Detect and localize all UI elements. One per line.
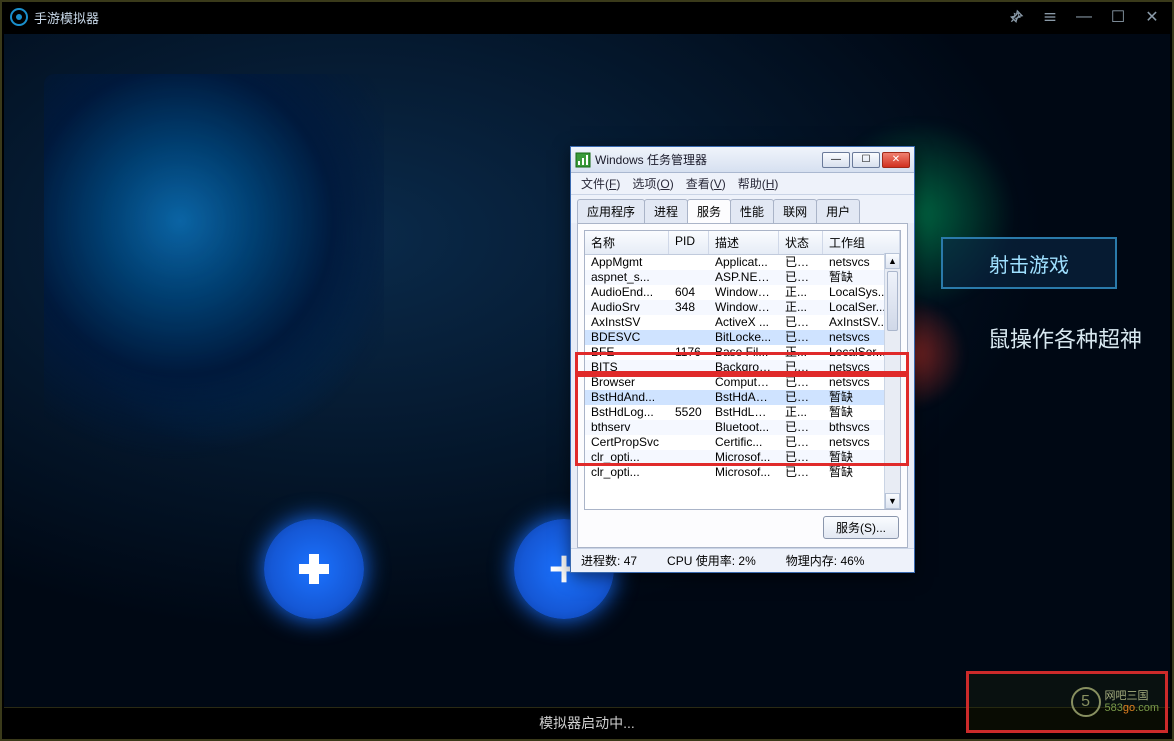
emulator-titlebar: 手游模拟器 — ☐ ✕: [2, 2, 1172, 32]
table-row[interactable]: BDESVCBitLocke...已停止netsvcs: [585, 330, 900, 345]
dpad-button[interactable]: [264, 519, 364, 619]
tm-menu-o[interactable]: 选项(O): [628, 173, 677, 194]
tm-tab[interactable]: 服务: [687, 199, 731, 223]
emulator-logo-icon: [10, 8, 28, 26]
maximize-icon[interactable]: ☐: [1106, 5, 1130, 29]
task-manager-window[interactable]: Windows 任务管理器 — ☐ ✕ 文件(F)选项(O)查看(V)帮助(H)…: [570, 146, 915, 573]
tm-statusbar: 进程数: 47 CPU 使用率: 2% 物理内存: 46%: [571, 548, 914, 572]
col-group[interactable]: 工作组: [823, 231, 900, 254]
table-row[interactable]: BstHdAnd...BstHdAnd...已停止暂缺: [585, 390, 900, 405]
watermark-text: 网吧三国 583go.com: [1105, 690, 1159, 714]
table-row[interactable]: aspnet_s...ASP.NET ...已停止暂缺: [585, 270, 900, 285]
emulator-title: 手游模拟器: [34, 8, 99, 27]
process-count: 进程数: 47: [581, 552, 637, 569]
watermark-line1: 网吧三国: [1105, 690, 1159, 702]
table-row[interactable]: AudioEnd...604Windows ...正...LocalSys...: [585, 285, 900, 300]
table-row[interactable]: clr_opti...Microsof...已停止暂缺: [585, 450, 900, 465]
col-status[interactable]: 状态: [779, 231, 823, 254]
table-row[interactable]: clr_opti...Microsof...已停止暂缺: [585, 465, 900, 480]
table-row[interactable]: AppMgmtApplicat...已停止netsvcs: [585, 255, 900, 270]
table-row[interactable]: bthservBluetoot...已停止bthsvcs: [585, 420, 900, 435]
tm-tab[interactable]: 应用程序: [577, 199, 645, 223]
tm-title: Windows 任务管理器: [595, 151, 707, 168]
scroll-down-icon[interactable]: ▼: [885, 493, 900, 509]
emulator-window: 手游模拟器 — ☐ ✕ 射击游戏 鼠操作各种超神 模拟器启动中...: [0, 0, 1174, 741]
tm-minimize-button[interactable]: —: [822, 152, 850, 168]
tm-tab[interactable]: 联网: [773, 199, 817, 223]
table-row[interactable]: BrowserComputer...已停止netsvcs: [585, 375, 900, 390]
watermark-line2: 583go.com: [1105, 702, 1159, 714]
col-name[interactable]: 名称: [585, 231, 669, 254]
tm-tabs: 应用程序进程服务性能联网用户: [571, 195, 914, 223]
tm-body: 名称 PID 描述 状态 工作组 AppMgmtApplicat...已停止ne…: [577, 223, 908, 548]
col-desc[interactable]: 描述: [709, 231, 779, 254]
services-button[interactable]: 服务(S)...: [823, 516, 899, 539]
watermark-highlight-box: 5 网吧三国 583go.com: [966, 671, 1168, 733]
tm-tab[interactable]: 用户: [816, 199, 860, 223]
table-row[interactable]: AxInstSVActiveX ...已停止AxInstSV...: [585, 315, 900, 330]
menu-icon[interactable]: [1038, 5, 1062, 29]
scroll-up-icon[interactable]: ▲: [885, 253, 900, 269]
table-row[interactable]: BFE1176Base Fil...正...LocalSer...: [585, 345, 900, 360]
table-row[interactable]: CertPropSvcCertific...已停止netsvcs: [585, 435, 900, 450]
col-pid[interactable]: PID: [669, 231, 709, 254]
close-icon[interactable]: ✕: [1140, 5, 1164, 29]
tm-table-header: 名称 PID 描述 状态 工作组: [585, 231, 900, 255]
pin-icon[interactable]: [1004, 5, 1028, 29]
cpu-usage: CPU 使用率: 2%: [667, 552, 756, 569]
tm-rows: AppMgmtApplicat...已停止netsvcsaspnet_s...A…: [585, 255, 900, 480]
tm-tab[interactable]: 进程: [644, 199, 688, 223]
tm-menu-v[interactable]: 查看(V): [682, 173, 730, 194]
status-text: 模拟器启动中...: [539, 713, 635, 733]
table-row[interactable]: BstHdLog...5520BstHdLog...正...暂缺: [585, 405, 900, 420]
tm-menu-h[interactable]: 帮助(H): [734, 173, 783, 194]
watermark-logo-icon: 5: [1071, 687, 1101, 717]
tm-titlebar[interactable]: Windows 任务管理器 — ☐ ✕: [571, 147, 914, 173]
tm-close-button[interactable]: ✕: [882, 152, 910, 168]
tm-tab[interactable]: 性能: [730, 199, 774, 223]
tm-app-icon: [575, 152, 591, 168]
minimize-icon[interactable]: —: [1072, 5, 1096, 29]
tm-menu-f[interactable]: 文件(F): [577, 173, 624, 194]
launcher-buttons-row: [264, 519, 614, 619]
tagline-text: 鼠操作各种超神: [988, 322, 1142, 354]
table-row[interactable]: BITSBackgrou...已停止netsvcs: [585, 360, 900, 375]
tm-services-table: 名称 PID 描述 状态 工作组 AppMgmtApplicat...已停止ne…: [584, 230, 901, 510]
shooter-games-button[interactable]: 射击游戏: [941, 237, 1117, 289]
tm-maximize-button[interactable]: ☐: [852, 152, 880, 168]
table-row[interactable]: AudioSrv348Windows ...正...LocalSer...: [585, 300, 900, 315]
memory-usage: 物理内存: 46%: [786, 552, 865, 569]
tm-scrollbar[interactable]: ▲ ▼: [884, 253, 900, 509]
tm-menubar: 文件(F)选项(O)查看(V)帮助(H): [571, 173, 914, 195]
scrollbar-thumb[interactable]: [887, 271, 898, 331]
